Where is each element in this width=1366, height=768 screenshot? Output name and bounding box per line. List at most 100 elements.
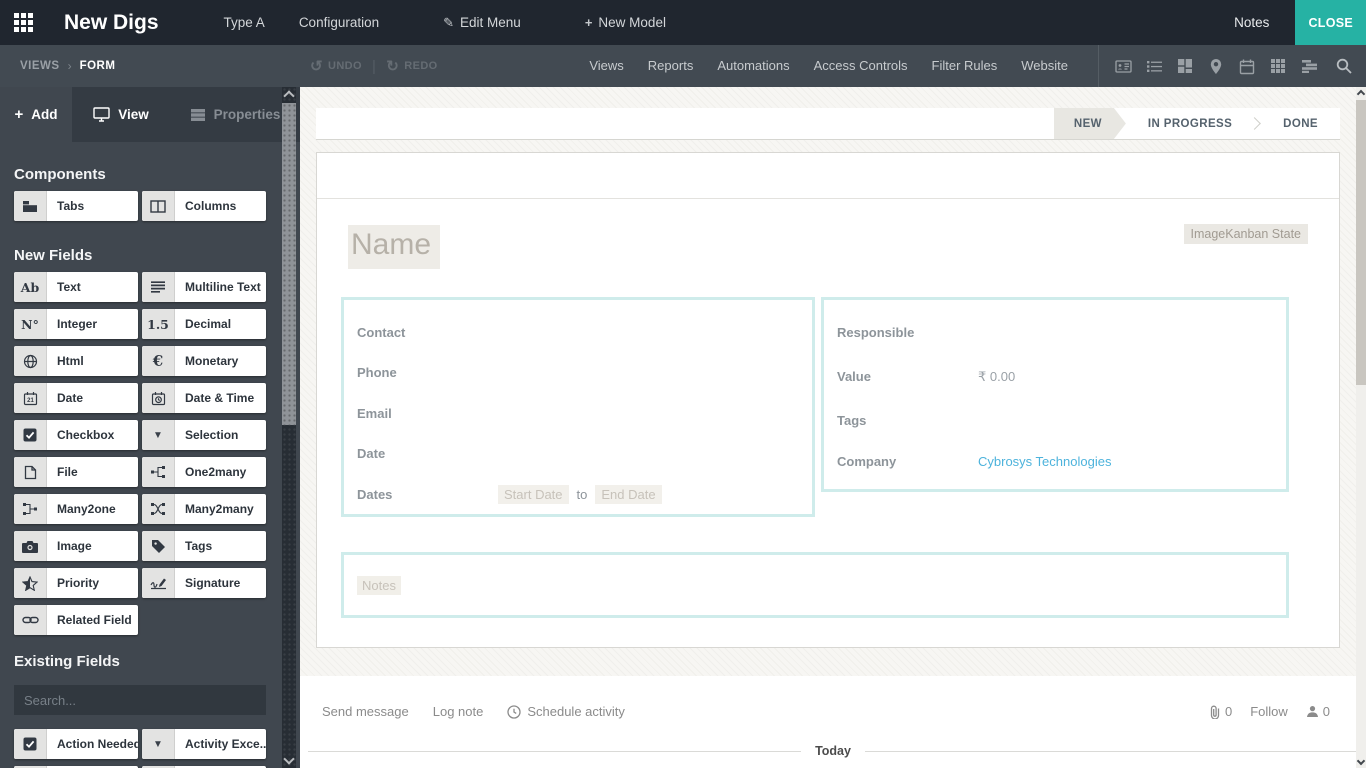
field-text[interactable]: Ab Text: [14, 272, 138, 302]
company-link[interactable]: Cybrosys Technologies: [978, 454, 1111, 469]
breadcrumb: VIEWS › FORM: [0, 59, 290, 73]
redo-button[interactable]: ↻ REDO: [386, 57, 437, 75]
field-row-dates[interactable]: Dates Start Date to End Date: [344, 474, 812, 515]
start-date-input[interactable]: Start Date: [498, 484, 569, 504]
status-step-in-progress[interactable]: IN PROGRESS: [1126, 108, 1254, 139]
field-file[interactable]: File: [14, 457, 138, 487]
status-step-done[interactable]: DONE: [1261, 108, 1340, 139]
sheet-divider: [317, 198, 1339, 199]
field-many2many[interactable]: Many2many: [142, 494, 266, 524]
field-row-date[interactable]: Date: [344, 434, 812, 475]
followers-button[interactable]: 0: [1306, 704, 1330, 719]
form-view-icon[interactable]: [1113, 56, 1133, 76]
right-field-group[interactable]: Responsible Value ₹ 0.00 Tags Company Cy…: [821, 297, 1289, 492]
map-view-icon[interactable]: [1206, 56, 1226, 76]
euro-icon: €: [142, 346, 175, 376]
signature-icon: [142, 568, 175, 598]
field-row-responsible[interactable]: Responsible: [824, 312, 1286, 353]
kanban-state-placeholder[interactable]: ImageKanban State: [1183, 224, 1308, 244]
schedule-activity-button[interactable]: Schedule activity: [507, 704, 625, 719]
field-date[interactable]: 21 Date: [14, 383, 138, 413]
nav-reports[interactable]: Reports: [636, 45, 706, 87]
left-field-group[interactable]: Contact Phone Email Date Dates Start Dat…: [341, 297, 815, 517]
field-image[interactable]: Image: [14, 531, 138, 561]
main-scrollbar[interactable]: [1356, 87, 1366, 768]
tag-icon: [142, 531, 175, 561]
nav-filter-rules[interactable]: Filter Rules: [920, 45, 1010, 87]
scroll-down-icon[interactable]: [283, 753, 295, 765]
field-row-tags[interactable]: Tags: [824, 401, 1286, 442]
field-tags[interactable]: Tags: [142, 531, 266, 561]
scroll-up-icon[interactable]: [283, 90, 295, 102]
field-row-contact[interactable]: Contact: [344, 312, 812, 353]
search-icon[interactable]: [1334, 56, 1354, 76]
existing-fields-heading: Existing Fields: [14, 653, 120, 670]
field-checkbox[interactable]: Checkbox: [14, 420, 138, 450]
integer-icon: N°: [14, 309, 47, 339]
close-button[interactable]: CLOSE: [1295, 0, 1366, 45]
field-multiline-text[interactable]: Multiline Text: [142, 272, 266, 302]
nav-automations[interactable]: Automations: [705, 45, 801, 87]
log-note-button[interactable]: Log note: [433, 704, 484, 719]
notes-placeholder[interactable]: Notes: [357, 576, 401, 595]
pivot-view-icon[interactable]: [1268, 56, 1288, 76]
field-priority[interactable]: Priority: [14, 568, 138, 598]
sidebar-scrollbar-thumb[interactable]: [282, 103, 296, 425]
calendar-view-icon[interactable]: [1237, 56, 1257, 76]
notes-menu[interactable]: Notes: [1234, 15, 1269, 30]
tab-view[interactable]: View: [72, 87, 170, 142]
field-html[interactable]: Html: [14, 346, 138, 376]
field-integer[interactable]: N° Integer: [14, 309, 138, 339]
tab-add[interactable]: + Add: [0, 87, 72, 142]
undo-button[interactable]: ↺ UNDO: [310, 57, 362, 75]
kanban-view-icon[interactable]: [1175, 56, 1195, 76]
field-row-email[interactable]: Email: [344, 393, 812, 434]
nav-website[interactable]: Website: [1009, 45, 1080, 87]
main-scrollbar-thumb[interactable]: [1356, 100, 1366, 385]
apps-grid-icon[interactable]: [0, 0, 46, 45]
field-signature[interactable]: Signature: [142, 568, 266, 598]
scroll-up-icon[interactable]: [1356, 89, 1366, 99]
attachments-button[interactable]: 0: [1209, 704, 1232, 719]
field-row-phone[interactable]: Phone: [344, 353, 812, 394]
field-many2one[interactable]: Many2one: [14, 494, 138, 524]
field-one2many[interactable]: One2many: [142, 457, 266, 487]
toolbar-divider: [1098, 45, 1099, 87]
menu-configuration[interactable]: Configuration: [286, 0, 392, 45]
end-date-input[interactable]: End Date: [595, 484, 662, 504]
menu-type-a[interactable]: Type A: [211, 0, 278, 45]
field-monetary[interactable]: € Monetary: [142, 346, 266, 376]
sidebar-scrollbar[interactable]: [282, 87, 296, 768]
undo-icon: ↺: [310, 58, 323, 75]
view-switcher: [1113, 56, 1366, 76]
nav-access-controls[interactable]: Access Controls: [802, 45, 920, 87]
name-field-placeholder[interactable]: Name: [348, 225, 441, 269]
search-input[interactable]: [14, 685, 266, 715]
list-view-icon[interactable]: [1144, 56, 1164, 76]
component-columns[interactable]: Columns: [142, 191, 266, 221]
field-decimal[interactable]: 1.5 Decimal: [142, 309, 266, 339]
send-message-button[interactable]: Send message: [322, 704, 409, 719]
existing-field-action-needed[interactable]: Action Needed: [14, 729, 138, 759]
tabs-icon: [14, 191, 47, 221]
status-step-new[interactable]: NEW: [1054, 108, 1126, 139]
tab-properties[interactable]: Properties: [170, 87, 300, 142]
clock-icon: [507, 704, 521, 719]
nav-views[interactable]: Views: [577, 45, 635, 87]
breadcrumb-views[interactable]: VIEWS: [20, 60, 60, 72]
existing-field-activity-exception[interactable]: ▼ Activity Exce...: [142, 729, 266, 759]
notes-field-group[interactable]: Notes: [341, 552, 1289, 618]
edit-menu-button[interactable]: ✎ Edit Menu: [430, 0, 534, 45]
field-related[interactable]: Related Field: [14, 605, 138, 635]
field-row-value[interactable]: Value ₹ 0.00: [824, 353, 1286, 401]
form-sheet: Name ImageKanban State Contact Phone Ema…: [316, 152, 1340, 648]
follow-button[interactable]: Follow: [1250, 704, 1288, 719]
gantt-view-icon[interactable]: [1299, 56, 1319, 76]
field-selection[interactable]: ▼ Selection: [142, 420, 266, 450]
scroll-down-icon[interactable]: [1356, 756, 1366, 766]
studio-sidebar: + Add View Properties Components Tabs Co…: [0, 87, 300, 768]
new-model-button[interactable]: + New Model: [572, 0, 679, 45]
field-row-company[interactable]: Company Cybrosys Technologies: [824, 441, 1286, 482]
component-tabs[interactable]: Tabs: [14, 191, 138, 221]
field-datetime[interactable]: Date & Time: [142, 383, 266, 413]
